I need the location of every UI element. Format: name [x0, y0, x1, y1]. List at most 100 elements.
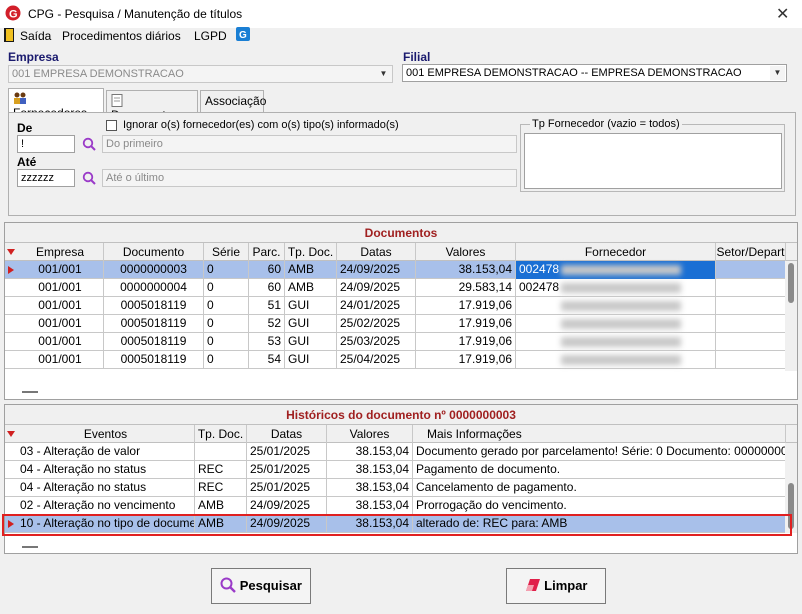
filial-label: Filial [403, 50, 431, 64]
table-cell: 0 [204, 279, 249, 297]
table-cell: 17.919,06 [416, 297, 516, 315]
table-cell: 54 [249, 351, 285, 369]
tp-fornecedor-label: Tp Fornecedor (vazio = todos) [530, 118, 682, 130]
table-cell: 38.153,04 [416, 261, 516, 279]
close-button[interactable]: ✕ [776, 4, 789, 24]
table-cell [716, 351, 786, 369]
table-cell: 60 [249, 261, 285, 279]
col-parc[interactable]: Parc. [249, 243, 285, 261]
de-input[interactable]: ! [17, 135, 75, 153]
table-cell: 001/001 [17, 351, 104, 369]
table-cell: 0005018119 [104, 315, 204, 333]
people-icon [13, 92, 27, 104]
tab-fornecedores[interactable]: Fornecedores [8, 88, 104, 120]
table-row[interactable]: 001/001 0005018119 0 51 GUI 24/01/2025 17.919,… [5, 297, 786, 315]
table-cell: 0005018119 [104, 297, 204, 315]
table-cell: 38.153,04 [327, 497, 413, 515]
documentos-scrollbar[interactable] [785, 261, 797, 371]
table-cell: 02 - Alteração no vencimento [17, 497, 195, 515]
g-help-icon[interactable]: G [236, 27, 250, 41]
search-icon[interactable] [82, 137, 96, 151]
table-cell: 001/001 [17, 261, 104, 279]
table-cell: 25/01/2025 [247, 479, 327, 497]
table-cell: AMB [195, 497, 247, 515]
col-fornecedor[interactable]: Fornecedor [516, 243, 716, 261]
pesquisar-button[interactable]: Pesquisar [211, 568, 311, 604]
table-cell: 25/03/2025 [337, 333, 416, 351]
col-hist-tp-doc[interactable]: Tp. Doc. [195, 425, 247, 443]
documentos-header: Empresa Documento Série Parc. Tp. Doc. D… [5, 243, 797, 261]
table-cell: 0000000004 [104, 279, 204, 297]
table-row[interactable]: 02 - Alteração no vencimento AMB 24/09/202… [5, 497, 786, 515]
table-cell: 25/02/2025 [337, 315, 416, 333]
col-hist-valores[interactable]: Valores [327, 425, 413, 443]
table-row[interactable]: 04 - Alteração no status REC 25/01/2025 38.… [5, 461, 786, 479]
menu-lgpd[interactable]: LGPD [194, 29, 227, 43]
app-logo-icon: G [5, 5, 21, 21]
col-setor[interactable]: Setor/Depart [716, 243, 786, 261]
empresa-value: 001 EMPRESA DEMONSTRACAO [12, 68, 184, 80]
table-cell: 29.583,14 [416, 279, 516, 297]
table-cell: 38.153,04 [327, 479, 413, 497]
limpar-label: Limpar [544, 578, 588, 593]
table-cell: 0000000003 [104, 261, 204, 279]
col-documento[interactable]: Documento [104, 243, 204, 261]
table-cell: 03 - Alteração de valor [17, 443, 195, 461]
table-row[interactable]: 001/001 0005018119 0 53 GUI 25/03/2025 17.919,… [5, 333, 786, 351]
table-cell: 24/01/2025 [337, 297, 416, 315]
table-cell: 001/001 [17, 279, 104, 297]
table-cell: 24/09/2025 [337, 279, 416, 297]
table-cell: GUI [285, 297, 337, 315]
col-mais-informacoes[interactable]: Mais Informações [413, 425, 786, 443]
table-cell: 0 [204, 261, 249, 279]
table-row[interactable]: 04 - Alteração no status REC 25/01/2025 38.… [5, 479, 786, 497]
search-icon[interactable] [82, 171, 96, 185]
col-hist-datas[interactable]: Datas [247, 425, 327, 443]
de-description: Do primeiro [102, 135, 517, 153]
historicos-title: Históricos do documento nº 0000000003 [5, 405, 797, 425]
col-serie[interactable]: Série [204, 243, 249, 261]
table-cell [716, 315, 786, 333]
table-cell: 001/001 [17, 297, 104, 315]
empresa-select[interactable]: 001 EMPRESA DEMONSTRACAO ▼ [8, 65, 393, 83]
table-row[interactable]: 001/001 0000000004 0 60 AMB 24/09/2025 29.583,… [5, 279, 786, 297]
table-cell: AMB [285, 261, 337, 279]
sort-down-icon [7, 249, 15, 255]
tab-documentos[interactable]: Documentos [106, 90, 198, 122]
documentos-rows: 001/001 0000000003 0 60 AMB 24/09/2025 38.153,… [5, 261, 786, 371]
chevron-down-icon: ▼ [770, 66, 785, 80]
table-row[interactable]: 001/001 0000000003 0 60 AMB 24/09/2025 38.153,… [5, 261, 786, 279]
col-tp-doc[interactable]: Tp. Doc. [285, 243, 337, 261]
search-icon [220, 572, 236, 593]
table-cell: 53 [249, 333, 285, 351]
table-cell: 52 [249, 315, 285, 333]
col-valores[interactable]: Valores [416, 243, 516, 261]
ate-input[interactable]: zzzzzz [17, 169, 75, 187]
pesquisar-label: Pesquisar [239, 578, 302, 593]
table-row[interactable]: 001/001 0005018119 0 52 GUI 25/02/2025 17.919,… [5, 315, 786, 333]
menu-procedimentos-diarios[interactable]: Procedimentos diários [62, 29, 181, 43]
menu-saida[interactable]: Saída [20, 29, 51, 43]
tp-fornecedor-list[interactable] [524, 133, 782, 189]
tab-associacao[interactable]: Associação [200, 90, 266, 112]
redacted-name [561, 265, 681, 275]
col-datas[interactable]: Datas [337, 243, 416, 261]
historicos-header: Eventos Tp. Doc. Datas Valores Mais Info… [5, 425, 797, 443]
exit-door-icon [4, 28, 14, 42]
table-cell: 24/09/2025 [247, 497, 327, 515]
limpar-button[interactable]: Limpar [506, 568, 606, 604]
filial-select[interactable]: 001 EMPRESA DEMONSTRACAO -- EMPRESA DEMO… [402, 64, 787, 82]
table-cell: 04 - Alteração no status [17, 479, 195, 497]
table-cell: 25/01/2025 [247, 443, 327, 461]
table-row[interactable]: 03 - Alteração de valor 25/01/2025 38.153,… [5, 443, 786, 461]
table-cell [716, 297, 786, 315]
col-eventos[interactable]: Eventos [17, 425, 195, 443]
grid-handle [22, 546, 38, 548]
document-icon [111, 94, 123, 107]
ignorar-checkbox[interactable] [106, 120, 117, 131]
table-cell: 0 [204, 351, 249, 369]
col-empresa[interactable]: Empresa [17, 243, 104, 261]
table-cell: 60 [249, 279, 285, 297]
table-row[interactable]: 001/001 0005018119 0 54 GUI 25/04/2025 17.919,… [5, 351, 786, 369]
grid-handle [22, 391, 38, 393]
